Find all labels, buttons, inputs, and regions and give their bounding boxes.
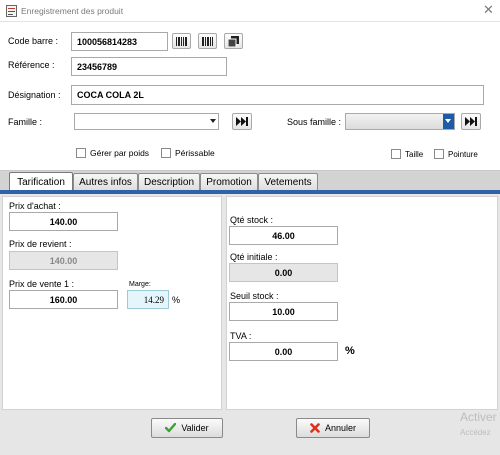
- gerer-par-poids-checkbox[interactable]: [76, 148, 86, 158]
- qte-initiale-input: 0.00: [229, 263, 338, 282]
- famille-select[interactable]: [74, 113, 219, 130]
- seuil-stock-label: Seuil stock :: [230, 291, 279, 301]
- annuler-label: Annuler: [324, 423, 357, 433]
- skip-forward-icon: [236, 117, 248, 126]
- tab-promotion[interactable]: Promotion: [200, 173, 258, 190]
- activation-watermark-title: Activer: [460, 410, 497, 424]
- pointure-checkbox[interactable]: [434, 149, 444, 159]
- sous-famille-select[interactable]: [345, 113, 455, 130]
- sous-famille-label: Sous famille :: [287, 117, 342, 127]
- sous-famille-add-button[interactable]: [461, 113, 481, 130]
- skip-forward-icon: [465, 117, 477, 126]
- prix-vente-input[interactable]: 160.00: [9, 290, 118, 309]
- barcode-icon: [175, 36, 187, 46]
- valider-button[interactable]: Valider: [151, 418, 223, 438]
- marge-label: Marge:: [129, 281, 151, 288]
- prix-achat-input[interactable]: 140.00: [9, 212, 118, 231]
- tva-percent: %: [345, 345, 355, 357]
- designation-label: Désignation :: [8, 90, 61, 100]
- window-title: Enregistrement des produit: [21, 6, 124, 16]
- qte-stock-input[interactable]: 46.00: [229, 226, 338, 245]
- barcode-generate-button[interactable]: [198, 33, 217, 49]
- qte-initiale-label: Qté initiale :: [230, 252, 278, 262]
- activation-watermark-subtitle: Accédez: [460, 428, 491, 437]
- taille-label: Taille: [405, 150, 424, 159]
- famille-label: Famille :: [8, 117, 43, 127]
- marge-input[interactable]: 14.29: [127, 290, 169, 309]
- prix-achat-label: Prix d'achat :: [9, 201, 61, 211]
- designation-input[interactable]: COCA COLA 2L: [71, 85, 484, 105]
- qte-stock-label: Qté stock :: [230, 215, 274, 225]
- barcode-icon: [201, 36, 213, 46]
- copy-button[interactable]: [224, 33, 243, 49]
- close-icon[interactable]: ✕: [483, 3, 494, 18]
- prix-revient-input: 140.00: [9, 251, 118, 270]
- prix-vente-label: Prix de vente 1 :: [9, 279, 75, 289]
- copy-icon: [228, 35, 239, 47]
- perissable-checkbox[interactable]: [161, 148, 171, 158]
- reference-label: Référence :: [8, 60, 55, 70]
- marge-percent: %: [172, 295, 181, 305]
- tab-description[interactable]: Description: [138, 173, 200, 190]
- app-icon: [6, 5, 17, 17]
- perissable-label: Périssable: [175, 148, 215, 158]
- close-icon: [310, 423, 320, 433]
- chevron-down-icon: [210, 119, 216, 123]
- famille-add-button[interactable]: [232, 113, 252, 130]
- sous-famille-dropdown-button[interactable]: [443, 114, 454, 129]
- tva-label: TVA :: [230, 331, 252, 341]
- reference-input[interactable]: 23456789: [71, 57, 227, 76]
- chevron-down-icon: [445, 119, 451, 123]
- annuler-button[interactable]: Annuler: [296, 418, 370, 438]
- tab-vetements[interactable]: Vetements: [258, 173, 318, 190]
- gerer-par-poids-label: Gérer par poids: [90, 148, 150, 158]
- prix-revient-label: Prix de revient :: [9, 239, 72, 249]
- tva-input[interactable]: 0.00: [229, 342, 338, 361]
- checkmark-icon: [165, 423, 177, 433]
- tab-autres-infos[interactable]: Autres infos: [73, 173, 138, 190]
- tab-tarification[interactable]: Tarification: [9, 172, 73, 191]
- taille-checkbox[interactable]: [391, 149, 401, 159]
- pointure-label: Pointure: [448, 150, 478, 159]
- barcode-input[interactable]: 100056814283: [71, 32, 168, 51]
- barcode-scan-button[interactable]: [172, 33, 191, 49]
- valider-label: Valider: [181, 423, 209, 433]
- seuil-stock-input[interactable]: 10.00: [229, 302, 338, 321]
- barcode-label: Code barre :: [8, 36, 59, 46]
